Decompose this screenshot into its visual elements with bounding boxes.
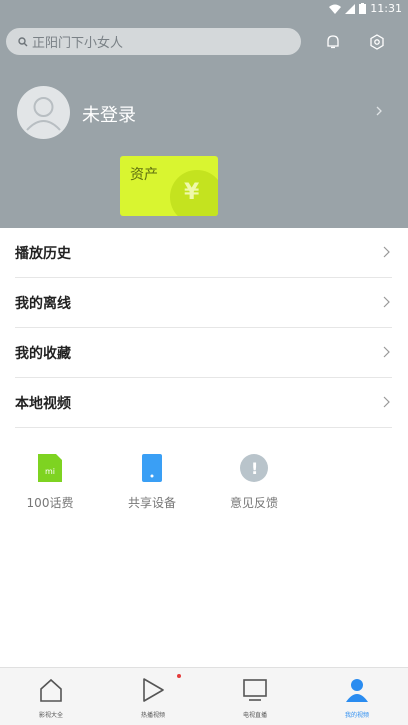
login-text[interactable]: 未登录: [82, 101, 136, 127]
phone-device-icon: [142, 454, 162, 482]
status-time: 11:31: [370, 2, 402, 15]
tile-feedback[interactable]: ! 意见反馈: [204, 450, 304, 511]
yen-symbol: ¥: [184, 180, 200, 205]
feedback-icon: !: [240, 454, 268, 482]
asset-card[interactable]: ¥ 资产: [120, 156, 218, 216]
wifi-icon: [329, 4, 342, 14]
menu-item-local-video[interactable]: 本地视频: [15, 378, 392, 428]
tab-label: 热播视频: [140, 712, 165, 719]
avatar[interactable]: [17, 86, 70, 139]
search-icon: [18, 36, 28, 47]
tab-label: 影视大全: [38, 712, 63, 719]
chevron-right-icon[interactable]: [376, 106, 383, 116]
menu-item-favorites[interactable]: 我的收藏: [15, 328, 392, 378]
default-avatar-icon: [26, 97, 61, 131]
bell-icon: [327, 35, 339, 49]
tab-trending[interactable]: 热播视频: [102, 668, 204, 725]
chevron-right-icon: [383, 296, 390, 308]
profile-header: 11:31 正阳门下小女人 未登录 ¥ 资产: [0, 0, 408, 228]
menu-item-label: 播放历史: [15, 245, 71, 262]
signal-icon: [345, 3, 356, 14]
tab-home[interactable]: 影视大全: [0, 668, 102, 725]
notification-button[interactable]: [322, 31, 344, 53]
gear-icon: [370, 34, 384, 50]
tab-label: 电视直播: [242, 712, 267, 719]
menu-item-label: 我的离线: [15, 295, 71, 312]
tile-label: 共享设备: [127, 496, 176, 510]
sim-card-icon: mi: [38, 454, 62, 482]
status-bar: 11:31: [0, 0, 408, 18]
svg-text:!: !: [251, 459, 258, 478]
asset-label: 资产: [130, 167, 158, 183]
bottom-nav: 影视大全 热播视频 电视直播 我的视频: [0, 667, 408, 725]
menu-list: 播放历史 我的离线 我的收藏 本地视频: [0, 228, 408, 428]
tile-label: 100话费: [26, 496, 74, 510]
tile-label: 意见反馈: [229, 496, 278, 510]
menu-item-history[interactable]: 播放历史: [15, 228, 392, 278]
tab-my-video[interactable]: 我的视频: [306, 668, 408, 725]
chevron-right-icon: [383, 246, 390, 258]
battery-icon: [359, 3, 367, 14]
notification-dot: [177, 674, 181, 678]
play-icon: [143, 678, 164, 702]
tile-phone-credit[interactable]: mi 100话费: [0, 450, 100, 511]
search-placeholder: 正阳门下小女人: [32, 36, 124, 51]
user-icon: [346, 679, 368, 702]
menu-item-label: 我的收藏: [15, 345, 71, 362]
chevron-right-icon: [383, 396, 390, 408]
menu-item-offline[interactable]: 我的离线: [15, 278, 392, 328]
tile-shared-device[interactable]: 共享设备: [102, 450, 202, 511]
home-icon: [40, 678, 62, 702]
menu-item-label: 本地视频: [15, 395, 71, 412]
chevron-right-icon: [383, 346, 390, 358]
search-input[interactable]: 正阳门下小女人: [6, 28, 301, 55]
tv-icon: [243, 679, 267, 701]
feature-tiles: mi 100话费 共享设备 ! 意见反馈: [0, 450, 408, 520]
tab-label: 我的视频: [344, 712, 369, 719]
tab-live-tv[interactable]: 电视直播: [204, 668, 306, 725]
settings-button[interactable]: [366, 31, 388, 53]
svg-text:mi: mi: [45, 467, 55, 476]
